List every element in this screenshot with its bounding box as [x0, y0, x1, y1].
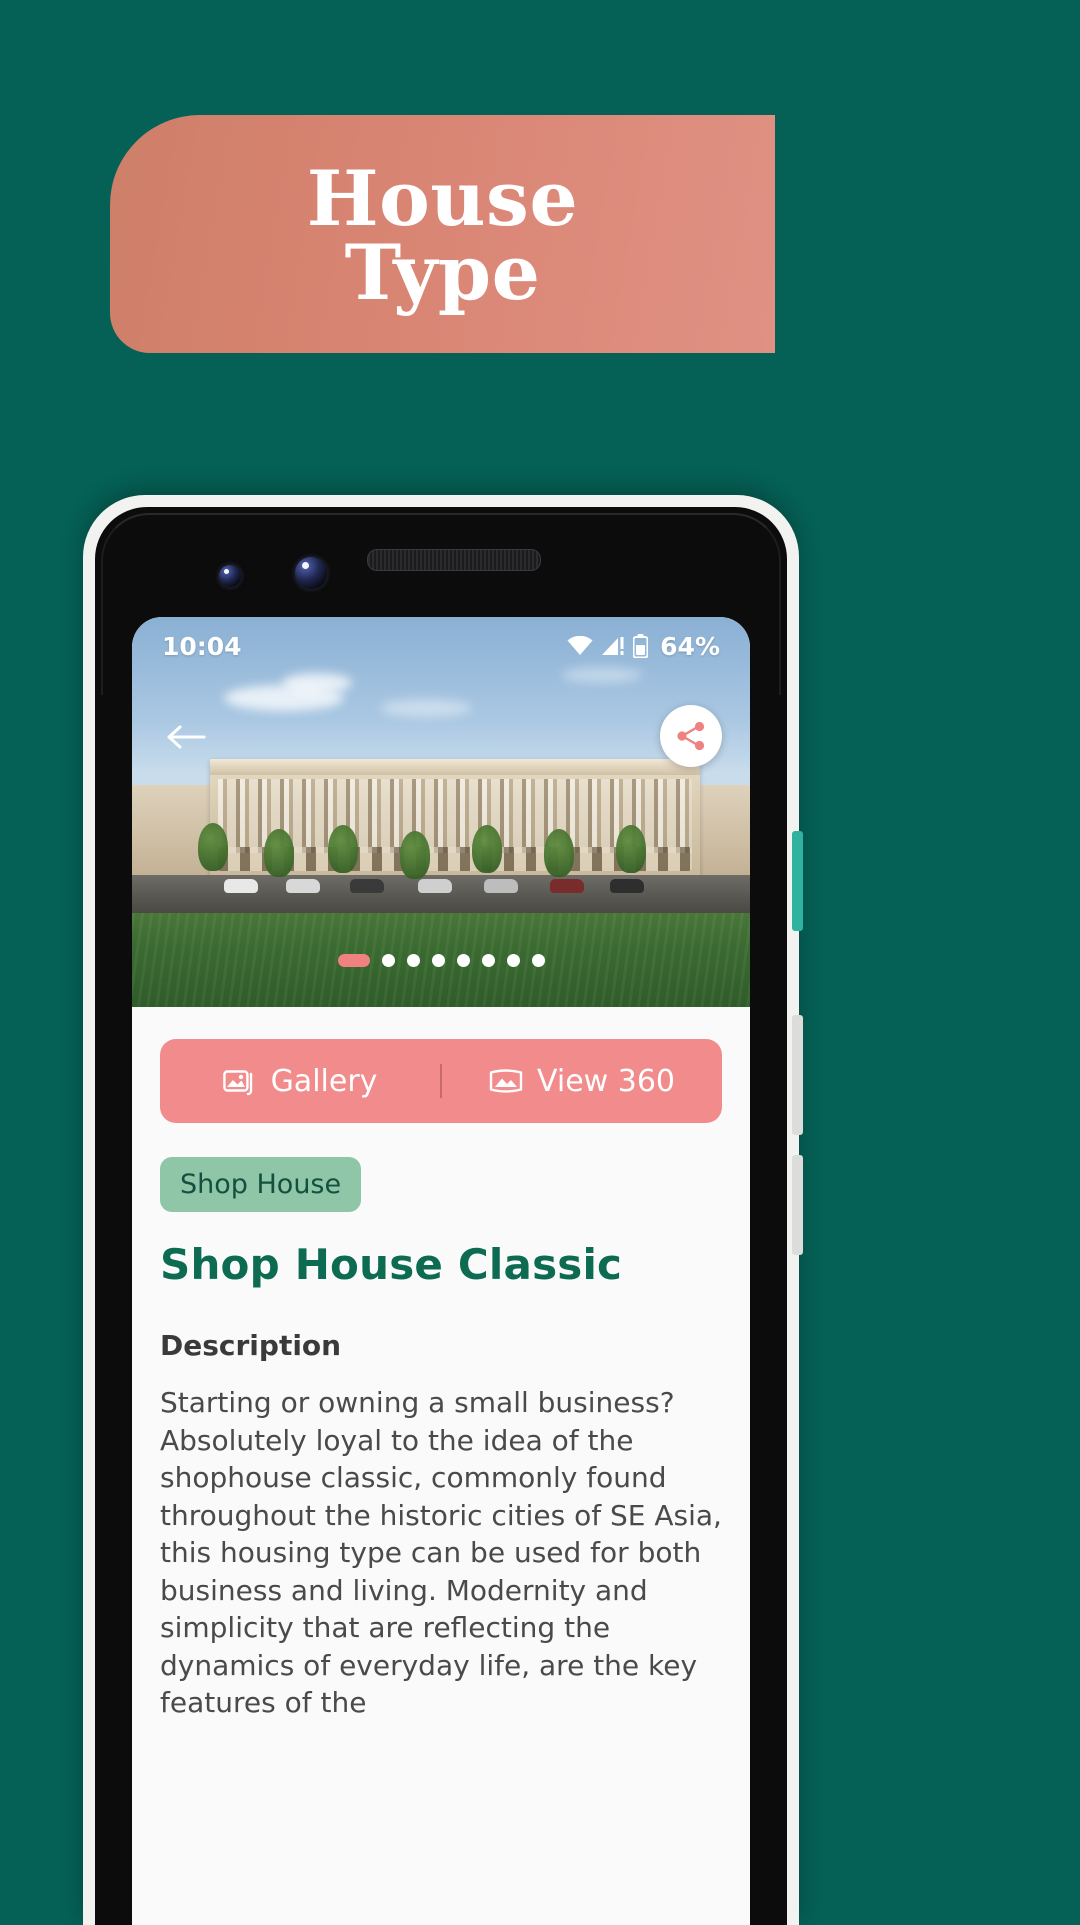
wifi-icon: [567, 636, 593, 655]
share-button[interactable]: [660, 705, 722, 767]
car: [224, 879, 258, 893]
gallery-button[interactable]: Gallery: [160, 1064, 440, 1099]
car: [350, 879, 384, 893]
cloud-decoration: [380, 699, 472, 717]
view-360-label: View 360: [537, 1063, 675, 1099]
arrow-left-icon: [167, 725, 206, 749]
carousel-dot[interactable]: [531, 954, 545, 967]
car: [484, 879, 518, 893]
gallery-label: Gallery: [270, 1063, 378, 1099]
carousel-dot[interactable]: [481, 954, 495, 967]
phone-screen: 10:04 64% Gallery View 360 Shop House Sh…: [132, 617, 750, 1925]
description-text: Starting or owning a small business? Abs…: [160, 1386, 722, 1720]
carousel-dot[interactable]: [431, 954, 445, 967]
back-button[interactable]: [164, 715, 208, 759]
gallery-icon: [222, 1070, 252, 1096]
banner-title: House Type: [306, 153, 579, 317]
phone-bezel: 10:04 64% Gallery View 360 Shop House Sh…: [95, 507, 787, 1925]
tree: [328, 825, 358, 873]
building-roof: [210, 759, 700, 775]
phone-power-button[interactable]: [792, 831, 803, 931]
carousel-dot[interactable]: [506, 954, 520, 967]
status-bar: 10:04 64%: [132, 617, 750, 675]
car: [610, 879, 644, 893]
action-divider: [440, 1064, 442, 1098]
cloud-decoration: [282, 673, 352, 693]
front-camera-secondary-icon: [295, 557, 327, 589]
car: [550, 879, 584, 893]
product-title: Shop House Classic: [160, 1240, 623, 1289]
phone-volume-up-button[interactable]: [792, 1015, 803, 1135]
battery-icon: [633, 634, 649, 658]
category-tag[interactable]: Shop House: [160, 1157, 362, 1212]
car: [286, 879, 320, 893]
carousel-dot[interactable]: [406, 954, 420, 967]
share-icon: [677, 721, 705, 751]
status-time: 10:04: [162, 631, 242, 661]
tree: [264, 829, 294, 877]
action-bar: Gallery View 360: [160, 1039, 722, 1123]
carousel-indicator[interactable]: [132, 954, 750, 967]
carousel-dot[interactable]: [381, 954, 395, 967]
carousel-dot-active[interactable]: [337, 954, 370, 967]
description-label: Description: [160, 1329, 342, 1362]
hero-image[interactable]: 10:04 64%: [132, 617, 750, 1007]
front-camera-icon: [219, 565, 241, 587]
panorama-icon: [489, 1069, 523, 1093]
phone-volume-down-button[interactable]: [792, 1155, 803, 1255]
screen-content: Gallery View 360 Shop House Shop House C…: [132, 1039, 750, 1722]
battery-percent-label: 64%: [660, 631, 720, 661]
tree: [544, 829, 574, 877]
car: [418, 879, 452, 893]
phone-mockup: 10:04 64% Gallery View 360 Shop House Sh…: [83, 495, 803, 1925]
house-type-banner: House Type: [110, 115, 775, 353]
tree: [400, 831, 430, 879]
street: [132, 875, 750, 913]
tree: [616, 825, 646, 873]
tree: [472, 825, 502, 873]
tree: [198, 823, 228, 871]
status-indicators: 64%: [567, 632, 720, 661]
view-360-button[interactable]: View 360: [442, 1064, 722, 1099]
earpiece-speaker-icon: [367, 549, 541, 571]
carousel-dot[interactable]: [456, 954, 470, 967]
signal-icon: [602, 637, 624, 655]
